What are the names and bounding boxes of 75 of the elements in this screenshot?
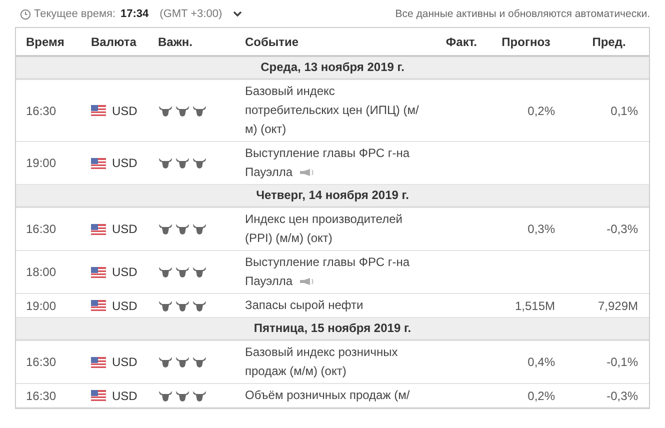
currency-code: USD [112,355,138,369]
clock-icon [20,8,31,20]
forecast-cell-text: 0,4% [526,355,555,369]
currency-code: USD [112,222,138,236]
flag-icon [91,390,106,401]
currency-code: USD [112,156,138,170]
date-header: Пятница, 15 ноября 2019 г. [16,318,649,341]
column-header: Факт. [444,34,477,48]
time-cell-text: 18:00 [25,265,58,279]
bull-icon [175,390,190,402]
auto-update-notice: Все данные активны и обновляются автоматически. [395,8,650,20]
flag-icon [91,356,106,368]
flag-icon [91,158,106,168]
column-header: Важн. [158,34,194,48]
bull-icon [175,266,190,278]
timezone-select[interactable]: (GMT +3:00) [160,8,222,20]
event-cell-text: Выступление главы ФРС г-на Пауэлла [245,145,411,181]
bull-icon [175,157,190,169]
column-header: Время [25,34,66,48]
bull-icon [192,104,207,116]
previous-cell-text: -0,1% [606,355,638,369]
time-cell-text: 16:30 [25,355,58,369]
bull-icon [192,390,207,402]
currency-code: USD [112,265,138,279]
bull-icon [158,266,173,278]
date-header: Четверг, 14 ноября 2019 г. [16,185,649,208]
flag-icon [91,224,106,234]
flag-icon [91,300,106,311]
previous-cell-text: 7,929M [596,298,638,312]
bull-icon [158,300,173,312]
currency-code: USD [112,388,138,402]
current-time: 17:34 [120,8,149,20]
time-cell-text: 19:00 [25,298,58,312]
bull-icon [175,223,190,235]
bull-icon [192,157,207,169]
bull-icon [158,356,173,368]
bull-icon [192,356,207,368]
bull-icon [175,356,190,368]
time-cell-text: 16:30 [25,104,58,118]
flag-icon [91,266,106,278]
bull-icon [192,266,207,278]
event-cell-text: Объём розничных продаж (м/ [245,387,411,404]
bull-icon [158,157,173,169]
currency-code: USD [112,298,138,312]
column-header: Прогноз [500,34,552,48]
forecast-cell-text: 1,515M [514,298,555,312]
caret-icon[interactable] [233,11,242,17]
bull-icon [175,104,190,116]
forecast-cell-text: 0,3% [526,222,555,236]
column-header: Валюта [91,34,138,48]
bull-icon [175,300,190,312]
forecast-cell-text: 0,2% [526,104,555,118]
column-header: Пред. [591,34,627,48]
flag-icon [91,105,106,116]
date-header: Среда, 13 ноября 2019 г. [16,57,649,80]
previous-cell-text: 0,1% [610,104,638,118]
event-cell-text: Базовый индекс потребительских цен (ИПЦ) (м/ м) (окт) [245,83,420,138]
event-cell-text: Выступление главы ФРС г-на Пауэлла [245,254,411,290]
time-cell-text: 16:30 [25,388,58,402]
event-cell-text: Базовый индекс розничных продаж (м/м) (окт) [245,344,399,380]
bull-icon [158,223,173,235]
time-cell-text: 16:30 [25,222,58,236]
bull-icon [192,300,207,312]
time-cell-text: 19:00 [25,156,58,170]
time-label: Текущее время: [34,8,116,20]
previous-cell-text: -0,3% [606,388,638,402]
bull-icon [192,223,207,235]
bull-icon [158,390,173,402]
currency-code: USD [112,104,138,118]
previous-cell-text: -0,3% [606,222,638,236]
event-cell-text: Запасы сырой нефти [245,297,364,314]
column-header: Событие [245,34,300,48]
forecast-cell-text: 0,2% [526,388,555,402]
event-cell-text: Индекс цен производителей (PPI) (м/м) (окт) [245,211,404,247]
bull-icon [158,104,173,116]
